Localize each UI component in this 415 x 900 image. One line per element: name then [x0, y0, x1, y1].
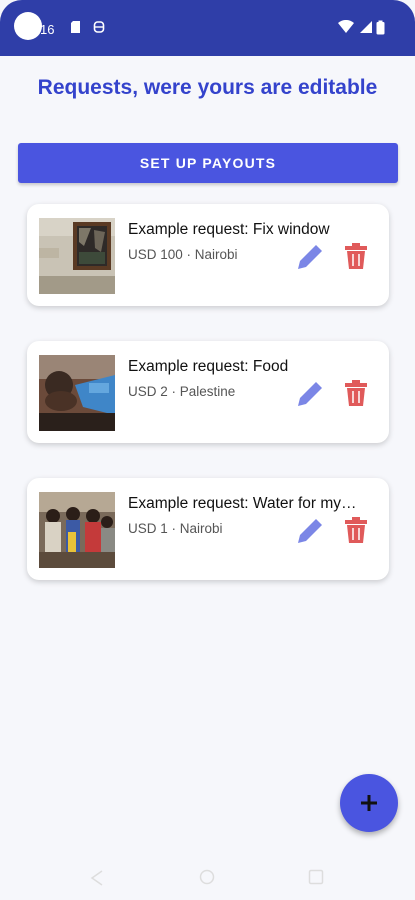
- system-nav-bar: [0, 852, 415, 900]
- edit-pencil-icon[interactable]: [294, 241, 326, 273]
- edit-pencil-icon[interactable]: [294, 378, 326, 410]
- request-title: Example request: Water for my…: [128, 495, 357, 512]
- set-up-payouts-button[interactable]: SET UP PAYOUTS: [18, 143, 398, 183]
- add-request-button[interactable]: [340, 774, 398, 832]
- status-time: 16: [40, 22, 55, 37]
- broken-window-photo: [39, 218, 115, 294]
- data-saver-icon: [93, 21, 105, 33]
- request-subtitle: USD 2 · Palestine: [128, 384, 236, 399]
- recents-nav-icon[interactable]: [308, 869, 324, 885]
- signal-icon: [360, 21, 372, 33]
- request-title: Example request: Fix window: [128, 221, 330, 238]
- request-subtitle: USD 100 · Nairobi: [128, 247, 238, 262]
- plus-icon: [361, 795, 377, 811]
- home-nav-icon[interactable]: [199, 869, 215, 885]
- status-bar: 16: [0, 0, 415, 56]
- page-title: Requests, were yours are editable: [37, 76, 378, 99]
- request-card[interactable]: Example request: Fix window USD 100 · Na…: [27, 204, 389, 306]
- request-card[interactable]: Example request: Food USD 2 · Palestine: [27, 341, 389, 443]
- battery-icon: [376, 20, 385, 35]
- children-photo: [39, 355, 115, 431]
- camera-cutout: [14, 12, 42, 40]
- request-title: Example request: Food: [128, 358, 289, 375]
- wifi-icon: [338, 20, 354, 33]
- request-card[interactable]: Example request: Water for my… USD 1 · N…: [27, 478, 389, 580]
- children-group-photo: [39, 492, 115, 568]
- delete-trash-icon[interactable]: [345, 243, 367, 269]
- edit-pencil-icon[interactable]: [294, 515, 326, 547]
- back-nav-icon[interactable]: [90, 870, 104, 886]
- request-subtitle: USD 1 · Nairobi: [128, 521, 223, 536]
- delete-trash-icon[interactable]: [345, 517, 367, 543]
- sd-card-icon: [71, 21, 80, 33]
- delete-trash-icon[interactable]: [345, 380, 367, 406]
